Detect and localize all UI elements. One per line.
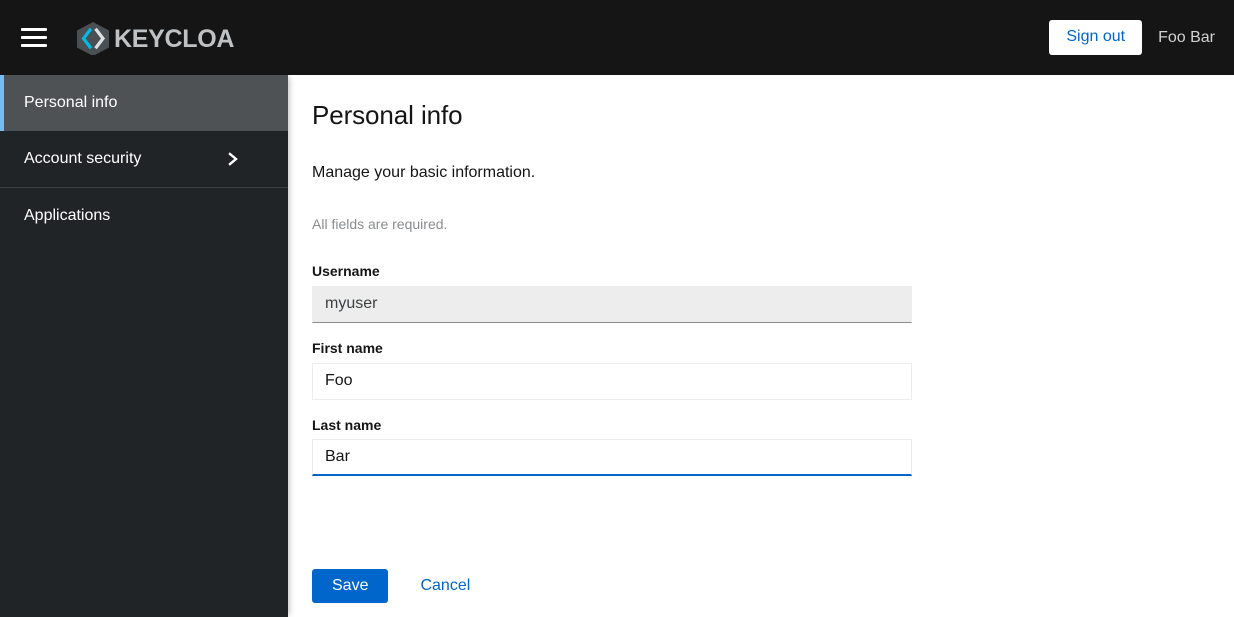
first-name-label: First name [312,340,912,357]
page-title: Personal info [312,100,462,131]
form-spacer [312,323,912,340]
personal-info-form: Username First name Last name [312,263,912,476]
cancel-button[interactable]: Cancel [404,569,486,603]
page-description: Manage your basic information. [312,164,535,182]
last-name-input[interactable] [312,439,912,476]
last-name-label: Last name [312,417,912,434]
sidebar-item-label: Personal info [24,95,266,111]
hamburger-bar-2 [21,36,47,39]
sidebar-navigation: Personal info Account security Applicati… [0,75,288,617]
sidebar-item-applications[interactable]: Applications [0,188,288,244]
first-name-input[interactable] [312,363,912,400]
form-group-first-name: First name [312,340,912,400]
required-fields-note: All fields are required. [312,216,447,232]
sidebar-item-label: Account security [24,151,226,167]
sidebar-item-label: Applications [24,208,266,224]
sign-out-button[interactable]: Sign out [1049,20,1142,54]
username-input[interactable] [312,286,912,323]
form-actions: Save Cancel [312,569,486,603]
hamburger-bar-3 [21,44,47,47]
keycloak-brand-logo[interactable]: KEYCLOAK [76,15,234,61]
svg-text:KEYCLOAK: KEYCLOAK [114,25,234,53]
chevron-right-icon [226,152,240,166]
main-content: Personal info Manage your basic informat… [288,75,1234,617]
masthead: KEYCLOAK Sign out Foo Bar [0,0,1234,75]
form-group-username: Username [312,263,912,323]
masthead-actions: Sign out Foo Bar [1049,20,1234,54]
save-button[interactable]: Save [312,569,388,603]
form-group-last-name: Last name [312,417,912,477]
account-console-page: KEYCLOAK Sign out Foo Bar Personal info … [0,0,1234,617]
hamburger-menu-icon[interactable] [11,15,57,61]
form-spacer [312,400,912,417]
sidebar-item-account-security[interactable]: Account security [0,131,288,187]
hamburger-bar-1 [21,28,47,31]
username-label: Username [312,263,912,280]
user-name-label: Foo Bar [1158,29,1215,47]
sidebar-item-personal-info[interactable]: Personal info [0,75,288,131]
keycloak-logo-svg: KEYCLOAK [76,21,234,55]
